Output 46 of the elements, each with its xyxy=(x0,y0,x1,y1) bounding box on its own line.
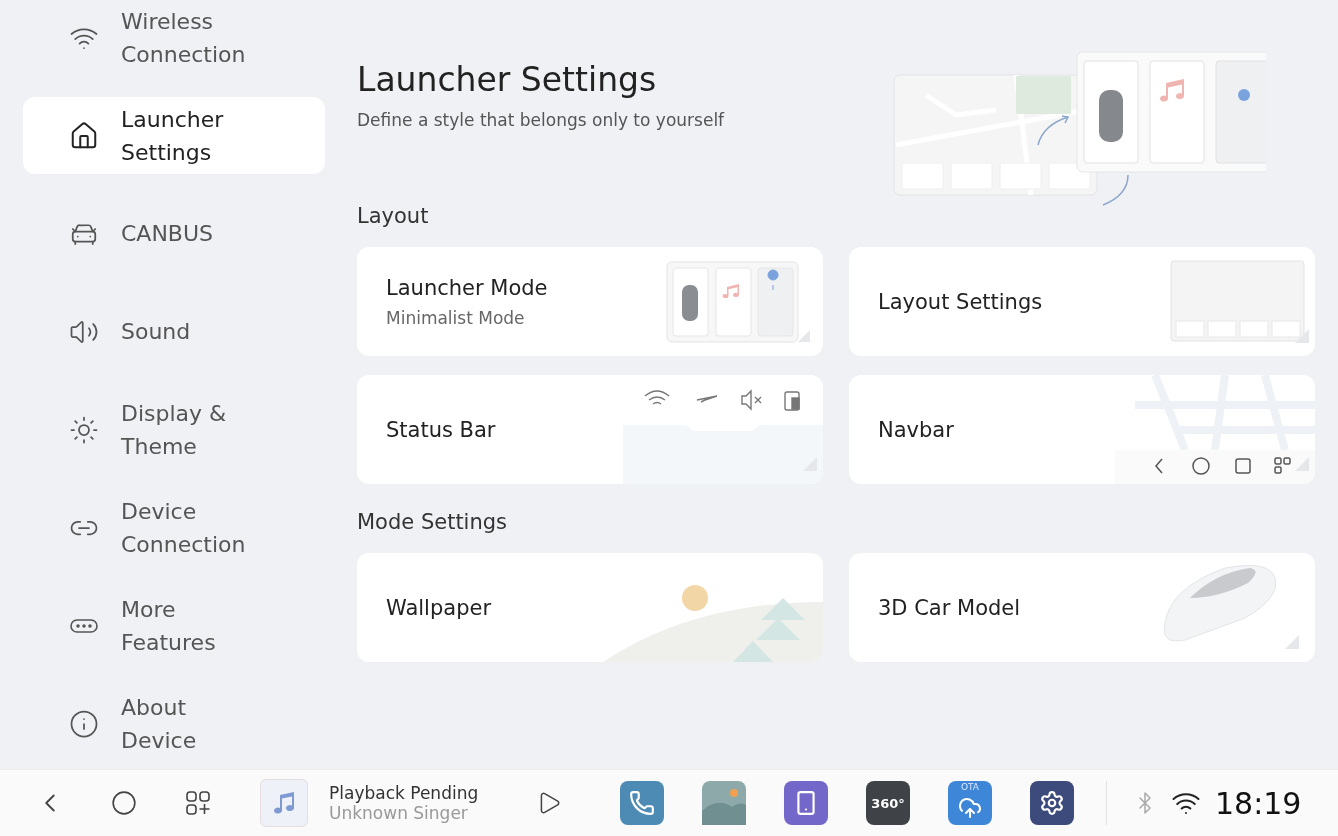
card-title: 3D Car Model xyxy=(878,595,1021,620)
sidebar-item[interactable]: Display & Theme xyxy=(23,391,325,468)
album-cover-icon xyxy=(260,779,308,827)
settings-card[interactable]: Wallpaper xyxy=(357,553,823,662)
artist-name: Unknown Singer xyxy=(329,803,469,823)
card-subtitle: Minimalist Mode xyxy=(386,307,526,328)
settings-app-icon[interactable] xyxy=(1030,781,1074,825)
card-title: Layout Settings xyxy=(878,289,1043,314)
sidebar-label: Display & Theme xyxy=(121,399,228,461)
card-title: Wallpaper xyxy=(386,595,492,620)
clock-time: 18:19 xyxy=(1215,785,1302,821)
sidebar-item[interactable]: Sound xyxy=(23,293,325,370)
card-title: Status Bar xyxy=(386,417,496,442)
sidebar-item[interactable]: CANBUS xyxy=(23,195,325,272)
section-title: Layout xyxy=(357,203,429,230)
sidebar-label: CANBUS xyxy=(121,220,215,248)
sidebar-label: Wireless Connection xyxy=(121,7,247,69)
card-title: Launcher Mode xyxy=(386,275,548,300)
sidebar-label: Launcher Settings xyxy=(121,105,225,167)
sidebar-item[interactable]: About Device xyxy=(23,685,325,762)
circle-icon xyxy=(111,790,137,816)
sidebar-item[interactable]: Wireless Connection xyxy=(23,0,325,76)
apps-add-icon xyxy=(184,789,212,817)
settings-card[interactable]: Layout Settings xyxy=(849,247,1315,356)
sidebar-label: Device Connection xyxy=(121,497,247,559)
page-title: Launcher Settings xyxy=(357,59,658,101)
settings-card[interactable]: Status Bar xyxy=(357,375,823,484)
info-icon xyxy=(69,708,99,739)
card-title: Navbar xyxy=(878,417,954,442)
settings-card[interactable]: Launcher Mode Minimalist Mode xyxy=(357,247,823,356)
page-subtitle: Define a style that belongs only to yourself xyxy=(357,110,725,130)
sidebar-label: About Device xyxy=(121,693,198,755)
settings-card[interactable]: 3D Car Model xyxy=(849,553,1315,662)
settings-card[interactable]: Navbar xyxy=(849,375,1315,484)
sun-icon xyxy=(69,414,99,445)
section-title: Mode Settings xyxy=(357,509,508,536)
camera-360-app-icon[interactable]: 360° xyxy=(866,781,910,825)
sidebar-item[interactable]: Device Connection xyxy=(23,489,325,566)
phone-app-icon[interactable] xyxy=(620,781,664,825)
phone-mirror-app-icon[interactable] xyxy=(784,781,828,825)
sidebar-label: More Features xyxy=(121,595,217,657)
sidebar-item[interactable]: Launcher Settings xyxy=(23,97,325,174)
sidebar-item[interactable]: More Features xyxy=(23,587,325,664)
home-icon xyxy=(69,120,99,151)
song-title: Playback Pending xyxy=(329,783,480,803)
sidebar-label: Sound xyxy=(121,318,192,346)
